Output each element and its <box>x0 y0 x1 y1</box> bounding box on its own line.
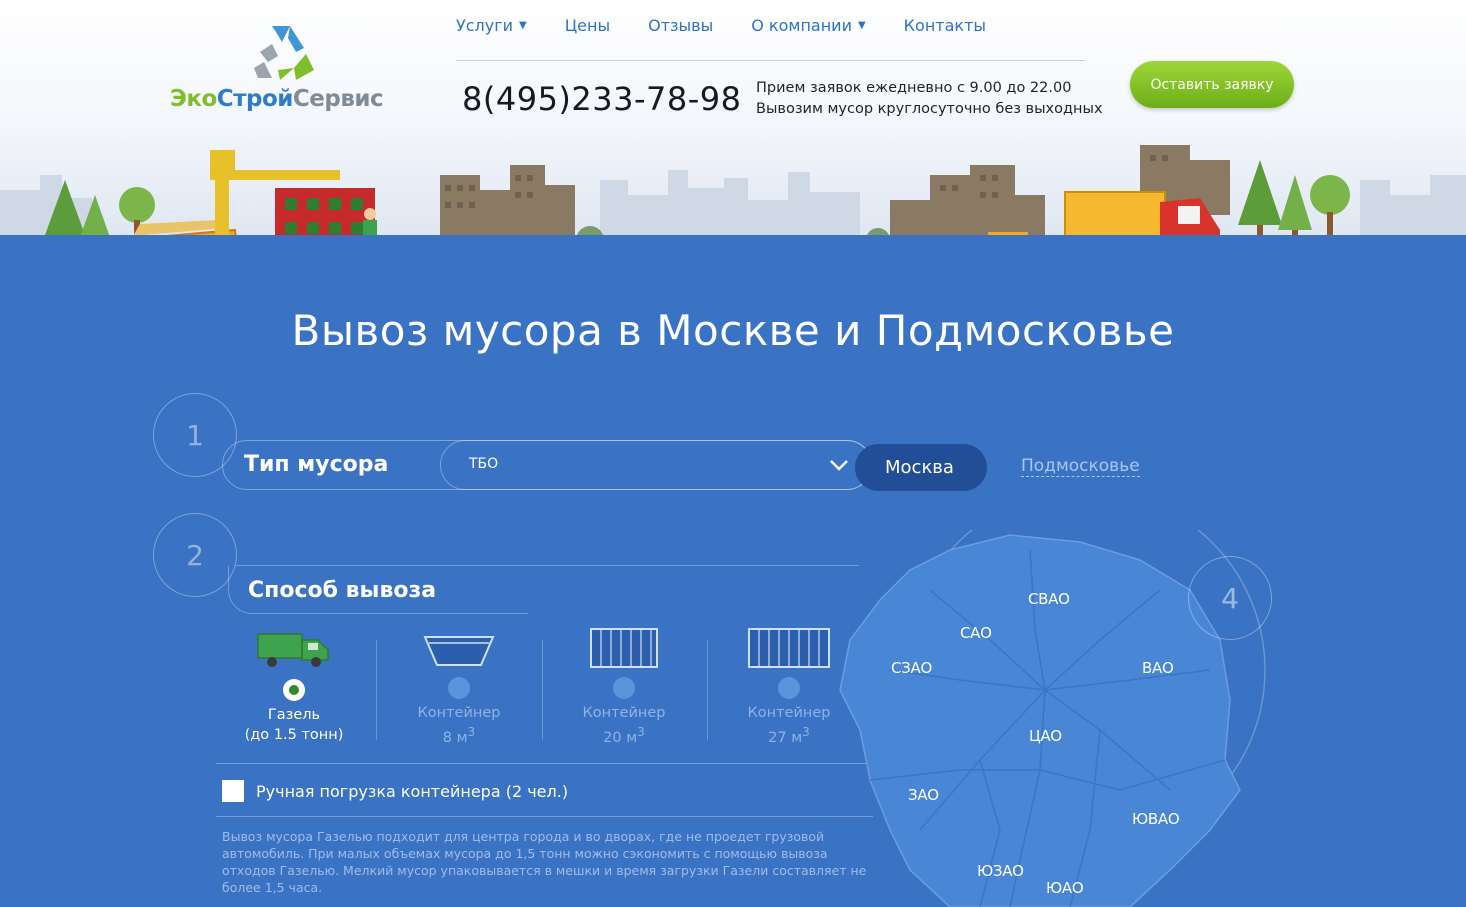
district-label[interactable]: СВАО <box>1028 590 1070 608</box>
chevron-down-icon <box>830 460 848 471</box>
removal-method-label: Способ вывоза <box>248 578 437 603</box>
district-label[interactable]: ВАО <box>1142 659 1174 677</box>
worker-icon <box>363 208 377 235</box>
option-container-20-volume: 20 м3 <box>549 725 699 746</box>
option-container-20-title: Контейнер <box>582 705 666 721</box>
van-icon <box>257 633 329 667</box>
nav-item-contacts[interactable]: Контакты <box>904 16 986 35</box>
step-4-badge: 4 <box>1188 556 1272 640</box>
section-divider <box>216 816 873 817</box>
option-container-20[interactable]: Контейнер 20 м3 <box>549 625 699 746</box>
hours-line-1: Прием заявок ежедневно с 9.00 до 22.00 <box>756 80 1072 96</box>
hours-line-2: Вывозим мусор круглосуточно без выходных <box>756 101 1103 117</box>
working-hours: Прием заявок ежедневно с 9.00 до 22.00 В… <box>756 78 1103 120</box>
recycle-bin-icon <box>988 232 1028 235</box>
radio-container-27[interactable] <box>778 677 800 699</box>
radio-container-20[interactable] <box>613 677 635 699</box>
district-label[interactable]: ЦАО <box>1029 727 1062 745</box>
volume-unit-exponent: 3 <box>467 725 476 739</box>
district-label[interactable]: ЗАО <box>908 786 939 804</box>
garbage-truck-illustration <box>867 145 1350 235</box>
container-8-icon <box>423 636 495 666</box>
radio-gazel[interactable] <box>283 679 305 701</box>
page-title: Вывоз мусора в Москве и Подмосковье <box>291 306 1175 355</box>
logo-text-stroy: Строй <box>216 86 294 112</box>
volume-value: 20 м <box>603 729 638 746</box>
nav-label: Цены <box>564 16 611 35</box>
option-container-8-title: Контейнер <box>417 705 501 721</box>
volume-value: 8 м <box>442 729 468 746</box>
radio-container-8[interactable] <box>448 677 470 699</box>
container-20-icon <box>590 628 658 668</box>
manual-loading-checkbox[interactable] <box>222 780 244 802</box>
option-container-8-volume: 8 м3 <box>384 725 534 746</box>
logo-text-servis: Сервис <box>292 86 384 112</box>
phone-number[interactable]: 8(495)233-78-98 <box>462 80 742 118</box>
option-gazel-title: Газель <box>267 707 321 723</box>
option-gazel-capacity: (до 1.5 тонн) <box>244 727 344 743</box>
nav-label: Услуги <box>456 16 514 35</box>
construction-illustration <box>45 150 604 235</box>
nav-label: О компании <box>751 16 852 35</box>
chevron-down-icon: ▼ <box>857 20 866 31</box>
volume-unit-exponent: 3 <box>637 725 645 739</box>
nav-divider <box>456 60 1086 61</box>
district-label[interactable]: САО <box>960 624 992 642</box>
container-27-icon <box>748 628 830 668</box>
region-moscow-oblast-tab[interactable]: Подмосковье <box>1021 456 1140 477</box>
option-gazel[interactable]: Газель (до 1.5 тонн) <box>219 627 369 743</box>
district-label[interactable]: ЮЗАО <box>977 862 1024 880</box>
district-label[interactable]: СЗАО <box>891 659 932 677</box>
volume-unit-exponent: 3 <box>802 725 810 739</box>
region-moscow-tab[interactable]: Москва <box>855 444 987 491</box>
nav-label: Отзывы <box>648 16 714 35</box>
site-logo[interactable]: ЭкоСтройСервис <box>170 22 400 122</box>
nav-item-about[interactable]: О компании ▼ <box>751 16 865 35</box>
leave-request-button[interactable]: Оставить заявку <box>1130 61 1294 108</box>
option-divider <box>376 640 377 740</box>
tree-icon <box>1238 160 1350 235</box>
nav-item-prices[interactable]: Цены <box>565 16 610 35</box>
volume-value: 27 м <box>768 729 803 746</box>
nav-item-services[interactable]: Услуги ▼ <box>456 16 527 35</box>
chevron-down-icon: ▼ <box>519 20 527 31</box>
nav-label: Контакты <box>903 16 987 35</box>
logo-text-eco: Эко <box>170 86 217 112</box>
district-label[interactable]: ЮАО <box>1046 879 1084 897</box>
waste-type-label: Тип мусора <box>244 452 389 477</box>
manual-loading-label[interactable]: Ручная погрузка контейнера (2 чел.) <box>256 782 568 801</box>
step-2-badge: 2 <box>153 513 237 597</box>
option-divider <box>542 640 543 740</box>
waste-type-value: ТБО <box>469 456 499 472</box>
section-divider <box>216 763 873 764</box>
nav-item-reviews[interactable]: Отзывы <box>648 16 713 35</box>
option-divider <box>707 640 708 740</box>
recycle-icon <box>254 26 314 80</box>
waste-type-select[interactable]: ТБО <box>440 440 872 490</box>
main-nav: Услуги ▼ Цены Отзывы О компании ▼ Контакты <box>456 16 1024 35</box>
district-label[interactable]: ЮВАО <box>1132 810 1180 828</box>
site-header: ЭкоСтройСервис Услуги ▼ Цены Отзывы О ком… <box>0 0 1466 235</box>
option-container-8[interactable]: Контейнер 8 м3 <box>384 625 534 746</box>
method-description: Вывоз мусора Газелью подходит для центра… <box>222 829 867 895</box>
